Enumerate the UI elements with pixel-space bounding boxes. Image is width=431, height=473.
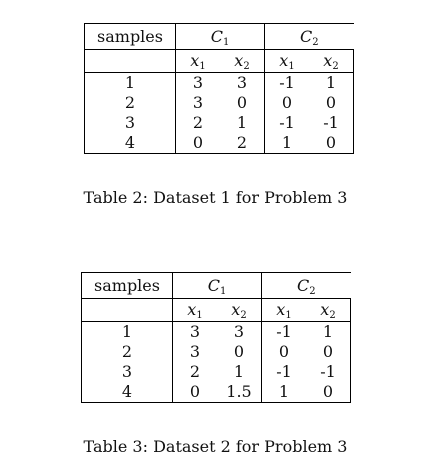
table-row: 3 2 1 -1 -1 [81,362,351,382]
sample-id: 3 [84,113,176,133]
cell-c1-x2: 1 [217,362,262,382]
cell-c2-x2: -1 [306,362,351,382]
c2-x2-header: x2 [309,49,354,73]
c2-x2-header: x2 [306,298,351,322]
cell-c1-x2: 1.5 [217,382,262,403]
table-row: 2 3 0 0 0 [81,342,351,362]
table-row: 4 0 1.5 1 0 [81,382,351,403]
samples-subheader-blank [84,49,176,73]
class-c1-header: C1 [175,23,265,50]
cell-c1-x1: 3 [192,73,204,92]
dataset-1-table: samples C1 C2 x1 x2 x1 x2 1 3 3 -1 1 2 3… [84,23,354,154]
table-caption: Table 2: Dataset 1 for Problem 3 [83,188,348,207]
c1-x1-header: x1 [175,49,220,73]
class-c1-header: C1 [172,272,262,299]
sample-id: 4 [81,382,173,403]
cell-c1-x2: 3 [217,321,262,342]
cell-c2-x1: -1 [279,73,295,92]
cell-c1-x1: 0 [175,133,220,154]
cell-c1-x2: 0 [217,342,262,362]
c2-x1-header: x1 [264,49,309,73]
cell-c2-x1: 1 [264,133,309,154]
cell-c1-x1: 2 [189,362,201,381]
sample-id: 4 [84,133,176,154]
samples-header: samples [84,23,176,50]
cell-c2-x2: 0 [309,93,354,113]
cell-c1-x2: 1 [220,113,265,133]
cell-c2-x1: 1 [261,382,306,403]
samples-header: samples [81,272,173,299]
sample-id: 2 [81,342,173,362]
cell-c1-x1: 2 [192,113,204,132]
c2-x1-header: x1 [261,298,306,322]
table-row: 4 0 2 1 0 [84,133,354,154]
class-c2-header: C2 [264,23,354,50]
sample-id: 1 [84,72,176,93]
cell-c1-x2: 3 [220,72,265,93]
cell-c1-x1: 0 [172,382,217,403]
table-row: 3 2 1 -1 -1 [84,113,354,133]
sample-id: 1 [81,321,173,342]
cell-c2-x1: 0 [278,342,290,361]
cell-c2-x2: 1 [306,321,351,342]
sample-id: 3 [81,362,173,382]
table-row: 1 3 3 -1 1 [84,72,354,93]
table-row: 2 3 0 0 0 [84,93,354,113]
cell-c2-x1: -1 [279,113,295,132]
cell-c1-x1: 3 [189,342,201,361]
cell-c2-x1: -1 [276,362,292,381]
cell-c2-x2: 1 [309,72,354,93]
dataset-2-table: samples C1 C2 x1 x2 x1 x2 1 3 3 -1 1 2 3… [81,272,351,403]
cell-c1-x1: 3 [189,322,201,341]
class-c2-header: C2 [261,272,351,299]
table-caption: Table 3: Dataset 2 for Problem 3 [83,437,348,456]
cell-c2-x2: 0 [306,342,351,362]
cell-c1-x2: 2 [220,133,265,154]
cell-c2-x2: -1 [309,113,354,133]
cell-c2-x2: 0 [306,382,351,403]
cell-c1-x2: 0 [220,93,265,113]
cell-c2-x1: -1 [276,322,292,341]
table-row: 1 3 3 -1 1 [81,321,351,342]
cell-c2-x1: 0 [281,93,293,112]
c1-x1-header: x1 [172,298,217,322]
c1-x2-header: x2 [220,49,265,73]
sample-id: 2 [84,93,176,113]
c1-x2-header: x2 [217,298,262,322]
cell-c2-x2: 0 [309,133,354,154]
cell-c1-x1: 3 [192,93,204,112]
samples-subheader-blank [81,298,173,322]
